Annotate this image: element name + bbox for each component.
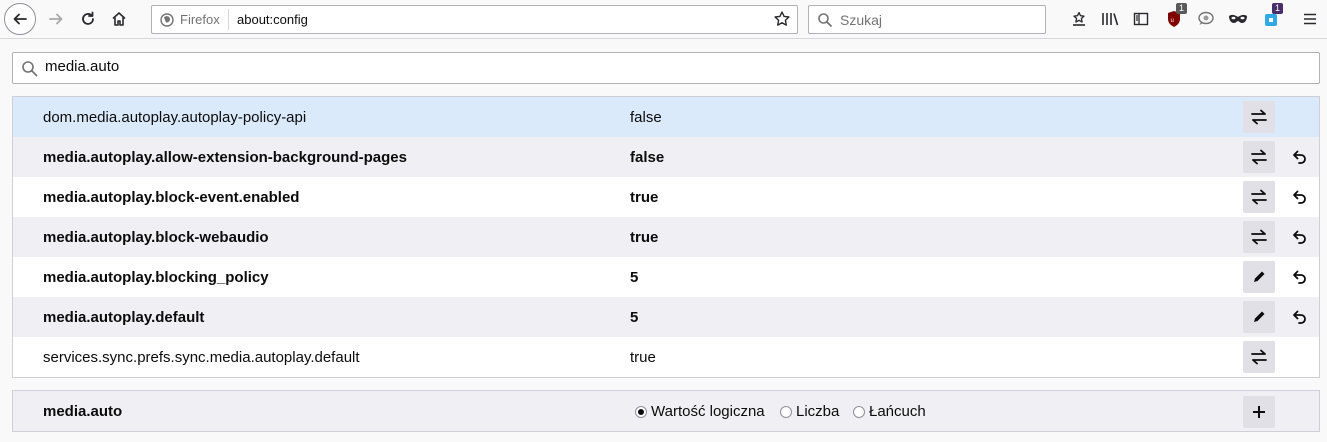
type-boolean-option[interactable]: Wartość logiczna [635,403,765,420]
pref-row[interactable]: media.autoplay.block-event.enabled true [13,177,1319,217]
search-placeholder: Szukaj [840,12,883,28]
pref-row[interactable]: media.autoplay.default 5 [13,297,1319,337]
forward-arrow-icon [49,13,63,25]
reset-button[interactable] [1289,267,1309,287]
extension-chat-button[interactable] [1194,4,1218,34]
home-icon [112,12,126,26]
pref-row[interactable]: media.autoplay.blocking_policy 5 [13,257,1319,297]
edit-pencil-icon [1254,271,1265,282]
pref-row[interactable]: services.sync.prefs.sync.media.autoplay.… [13,337,1319,377]
reading-list-button[interactable] [1068,4,1090,34]
ublock-button[interactable]: u 1 [1162,3,1188,34]
pref-value: 5 [630,309,639,326]
pref-row[interactable]: media.autoplay.allow-extension-backgroun… [13,137,1319,177]
bookmark-star-icon[interactable] [773,10,791,28]
edit-pencil-icon [1254,311,1265,322]
search-icon [22,61,38,77]
reset-icon [1293,190,1306,204]
menu-button[interactable] [1299,4,1321,34]
urlbar-separator [228,9,229,30]
reload-button[interactable] [76,4,100,34]
toggle-button[interactable] [1243,221,1275,253]
navigation-toolbar: Firefox about:config Szukaj u 1 1 [0,0,1327,39]
pref-value: true [630,189,659,206]
edit-button[interactable] [1243,301,1275,333]
download-star-icon [1073,11,1085,26]
radio-boolean[interactable] [635,405,647,418]
toggle-button[interactable] [1243,141,1275,173]
pref-name: media.autoplay.blocking_policy [43,269,269,286]
type-number-label: Liczba [796,403,840,420]
home-button[interactable] [107,4,131,34]
reload-icon [82,11,94,25]
pref-row[interactable]: media.autoplay.block-webaudio true [13,217,1319,257]
toggle-button[interactable] [1243,341,1275,373]
search-bar[interactable]: Szukaj [808,5,1046,34]
toggle-button[interactable] [1243,181,1275,213]
url-bar[interactable]: Firefox about:config [151,5,798,34]
toggle-button[interactable] [1243,101,1275,133]
pref-name: services.sync.prefs.sync.media.autoplay.… [43,349,360,366]
type-string-label: Łańcuch [869,403,926,420]
pref-name: media.autoplay.block-event.enabled [43,189,300,206]
pref-value: true [630,229,659,246]
reset-button[interactable] [1289,307,1309,327]
pref-value: 5 [630,269,639,286]
search-icon [818,13,832,27]
reset-button[interactable] [1289,147,1309,167]
forward-button[interactable] [44,4,68,34]
toggle-icon [1251,229,1267,245]
toggle-icon [1251,149,1267,165]
pref-name: dom.media.autoplay.autoplay-policy-api [43,109,307,126]
pref-name: media.autoplay.allow-extension-backgroun… [43,149,407,166]
pref-row[interactable]: dom.media.autoplay.autoplay-policy-api fa… [13,97,1319,137]
reset-icon [1293,310,1306,324]
library-button[interactable] [1099,4,1121,34]
sidebar-button[interactable] [1130,4,1152,34]
reset-icon [1293,150,1306,164]
pref-name: media.autoplay.default [43,309,205,326]
reset-button[interactable] [1289,227,1309,247]
type-number-option[interactable]: Liczba [780,403,839,420]
pref-value: false [630,109,662,126]
private-mask-button[interactable] [1225,4,1251,34]
new-pref-name: media.auto [43,403,123,420]
reset-icon [1293,270,1306,284]
ublock-badge: 1 [1176,3,1188,14]
radio-number[interactable] [780,405,792,418]
type-boolean-label: Wartość logiczna [651,403,765,420]
pref-value: false [630,149,665,166]
firefox-icon [160,13,174,27]
pref-name: media.autoplay.block-webaudio [43,229,269,246]
back-arrow-icon [13,13,27,25]
toggle-icon [1251,189,1267,205]
add-preference-row: media.auto Wartość logiczna Liczba Łańcu… [12,390,1320,432]
edit-button[interactable] [1243,261,1275,293]
type-string-option[interactable]: Łańcuch [853,403,926,420]
preference-filter[interactable] [12,52,1320,84]
url-text[interactable]: about:config [237,12,308,27]
svg-text:u: u [1171,18,1174,24]
back-button[interactable] [4,3,36,35]
library-icon [1102,13,1119,26]
reset-button[interactable] [1289,187,1309,207]
plus-icon [1253,406,1265,418]
chat-bubble-icon [1198,11,1214,25]
mask-icon [1229,14,1247,23]
reset-icon [1293,230,1306,244]
radio-string[interactable] [853,405,865,418]
preferences-table: dom.media.autoplay.autoplay-policy-api fa… [12,96,1320,378]
extension-badge: 1 [1272,3,1284,14]
toggle-icon [1251,349,1267,365]
add-button[interactable] [1243,396,1275,428]
filter-input[interactable] [45,58,1245,75]
pref-value: true [630,349,656,366]
sidebar-icon [1133,12,1149,26]
identity-label: Firefox [180,12,220,27]
hamburger-menu-icon [1304,13,1316,25]
toggle-icon [1251,109,1267,125]
extension-button[interactable]: 1 [1259,3,1284,34]
